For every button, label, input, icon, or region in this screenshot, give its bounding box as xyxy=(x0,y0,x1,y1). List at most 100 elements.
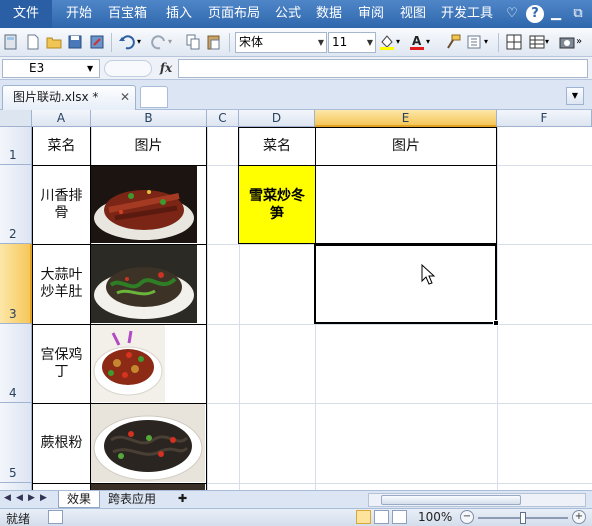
column-header-f[interactable]: F xyxy=(497,110,592,127)
page-layout-view-button[interactable] xyxy=(374,510,389,524)
menu-view[interactable]: 视图 xyxy=(400,0,426,28)
copy-icon[interactable] xyxy=(184,33,202,51)
ribbon-collapse-icon[interactable]: ♡ xyxy=(502,4,522,24)
sheet-tab-cross-sheet[interactable]: 跨表应用 xyxy=(100,491,164,508)
cell-a5[interactable]: 蕨根粉 xyxy=(34,403,89,483)
menu-developer[interactable]: 开发工具 xyxy=(441,0,493,28)
status-bar: 就绪 100% − + xyxy=(0,508,592,526)
table-icon[interactable] xyxy=(528,33,546,51)
prev-sheet-icon[interactable]: ◀ xyxy=(16,493,23,503)
font-name-select[interactable]: 宋体 ▼ xyxy=(235,32,327,53)
dish-photo-kungpao[interactable] xyxy=(91,325,165,402)
row-header-5[interactable]: 5 xyxy=(0,403,32,483)
menu-data[interactable]: 数据 xyxy=(316,0,342,28)
calculator-icon[interactable] xyxy=(2,33,20,51)
row-header-3[interactable]: 3 xyxy=(0,244,32,324)
toolbar: ▾ ▾ 宋体 ▼ 11 ▼ ▾ A ▾ ▾ ▾ » xyxy=(0,28,592,57)
last-sheet-icon[interactable]: ▶ xyxy=(40,493,47,503)
font-color-icon[interactable]: A xyxy=(408,33,426,51)
chevron-down-icon[interactable]: ▼ xyxy=(566,87,584,105)
next-sheet-icon[interactable]: ▶ xyxy=(28,493,35,503)
cell-d2[interactable]: 雪菜炒冬笋 xyxy=(239,166,315,244)
column-header-e[interactable]: E xyxy=(315,110,497,127)
chevron-down-icon: ▼ xyxy=(366,38,373,47)
menu-insert[interactable]: 插入 xyxy=(166,0,192,28)
save-icon[interactable] xyxy=(66,33,84,51)
row-header-6[interactable] xyxy=(0,483,32,490)
normal-view-button[interactable] xyxy=(356,510,371,524)
font-size-select[interactable]: 11 ▼ xyxy=(328,32,376,53)
fill-color-icon[interactable] xyxy=(378,33,396,51)
document-tab[interactable]: 图片联动.xlsx * ✕ xyxy=(2,85,136,110)
menu-page-layout[interactable]: 页面布局 xyxy=(208,0,260,28)
select-all-corner[interactable] xyxy=(0,110,32,127)
new-file-icon[interactable] xyxy=(24,33,42,51)
formula-input[interactable] xyxy=(178,59,588,78)
active-cell-e3[interactable] xyxy=(314,244,497,324)
redo-icon[interactable] xyxy=(150,33,168,51)
horizontal-scrollbar[interactable] xyxy=(368,493,586,507)
zoom-out-button[interactable]: − xyxy=(460,510,474,524)
sort-dropdown-icon[interactable]: ▾ xyxy=(484,33,502,51)
row-number: 2 xyxy=(9,227,17,241)
camera-icon[interactable] xyxy=(558,33,576,51)
dish-photo-tripe[interactable] xyxy=(91,245,197,323)
macro-record-icon[interactable] xyxy=(48,510,63,524)
dish-photo-fernroot[interactable] xyxy=(91,404,205,482)
paste-icon[interactable] xyxy=(205,33,223,51)
cell-e1[interactable]: 图片 xyxy=(316,127,496,165)
menu-formulas[interactable]: 公式 xyxy=(275,0,301,28)
menu-toolbox[interactable]: 百宝箱 xyxy=(108,0,147,28)
new-tab-button[interactable] xyxy=(140,86,168,108)
menu-review[interactable]: 审阅 xyxy=(358,0,384,28)
row-header-2[interactable]: 2 xyxy=(0,165,32,244)
gridline xyxy=(497,127,498,490)
document-tab-bar: 图片联动.xlsx * ✕ ▼ xyxy=(0,80,592,110)
cell-b1[interactable]: 图片 xyxy=(91,127,206,165)
menu-file[interactable]: 文件 xyxy=(0,0,52,28)
row-header-1[interactable]: 1 xyxy=(0,127,32,165)
cell-a2[interactable]: 川香排骨 xyxy=(34,165,89,244)
first-sheet-icon[interactable]: ◀ xyxy=(4,493,11,503)
spreadsheet-grid[interactable]: A B C D E F 1 2 3 4 5 菜名 图片 川香排骨 大蒜叶炒羊肚 … xyxy=(0,110,592,490)
close-icon[interactable]: ✕ xyxy=(120,86,130,108)
insert-function-icon[interactable]: fx xyxy=(156,59,176,78)
menu-home[interactable]: 开始 xyxy=(66,0,92,28)
scrollbar-thumb[interactable] xyxy=(381,495,521,505)
save-as-icon[interactable] xyxy=(88,33,106,51)
column-header-d[interactable]: D xyxy=(239,110,315,127)
format-painter-icon[interactable] xyxy=(444,33,462,51)
fill-handle[interactable] xyxy=(493,320,499,326)
cell-a3[interactable]: 大蒜叶炒羊肚 xyxy=(34,244,89,324)
undo-icon[interactable] xyxy=(118,33,136,51)
restore-icon[interactable]: ⧉ xyxy=(568,4,588,24)
zoom-in-button[interactable]: + xyxy=(572,510,586,524)
column-header-c[interactable]: C xyxy=(207,110,239,127)
row-header-4[interactable]: 4 xyxy=(0,324,32,403)
row-number: 1 xyxy=(9,148,17,162)
zoom-level[interactable]: 100% xyxy=(418,510,452,524)
column-header-a[interactable]: A xyxy=(32,110,91,127)
minimize-icon[interactable]: ▁ xyxy=(546,4,566,24)
cell-reference: E3 xyxy=(29,61,45,75)
formula-bar-resize-handle[interactable] xyxy=(104,60,152,77)
font-color-dropdown-icon[interactable]: ▾ xyxy=(426,33,444,51)
cell-e2[interactable] xyxy=(316,166,496,243)
sort-icon[interactable] xyxy=(466,33,484,51)
column-header-b[interactable]: B xyxy=(91,110,207,127)
cell-a4[interactable]: 宫保鸡丁 xyxy=(34,324,89,403)
cell-d1[interactable]: 菜名 xyxy=(239,127,315,165)
row-number: 4 xyxy=(9,386,17,400)
chevron-down-icon[interactable]: ▼ xyxy=(87,60,93,77)
zoom-slider-thumb[interactable] xyxy=(520,512,526,524)
page-break-view-button[interactable] xyxy=(392,510,407,524)
sheet-tab-effect[interactable]: 效果 xyxy=(58,491,101,508)
help-icon[interactable]: ? xyxy=(526,5,544,23)
open-folder-icon[interactable] xyxy=(45,33,63,51)
borders-icon[interactable] xyxy=(505,33,523,51)
insert-sheet-icon[interactable]: ✚ xyxy=(170,491,195,508)
dish-photo-ribs[interactable] xyxy=(91,166,197,243)
toolbar-more-icon[interactable]: » xyxy=(576,33,592,51)
name-box[interactable]: E3 ▼ xyxy=(2,59,100,78)
cell-a1[interactable]: 菜名 xyxy=(33,127,90,165)
